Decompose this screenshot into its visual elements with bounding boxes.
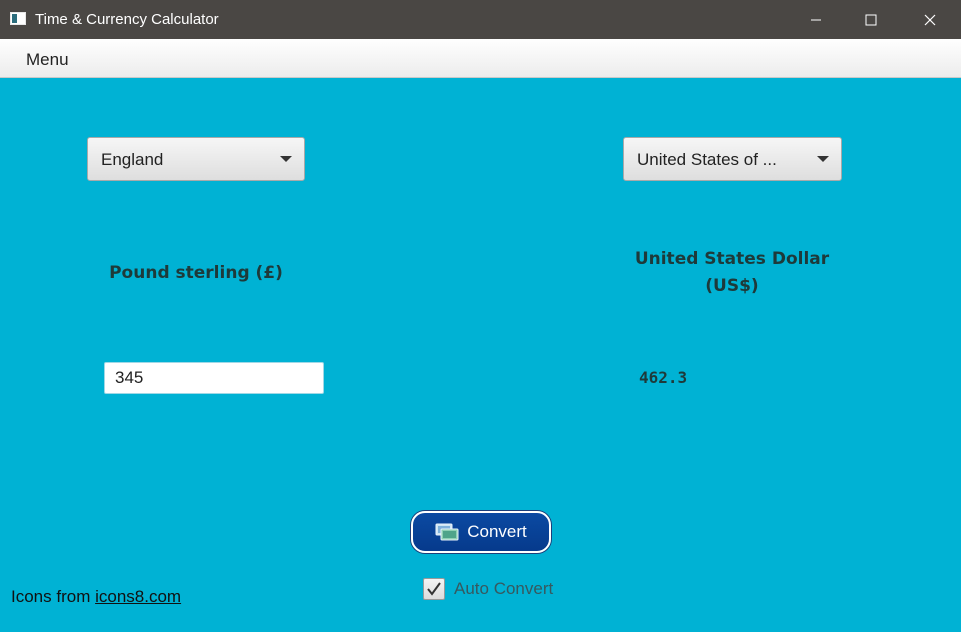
- from-country-select[interactable]: England: [87, 137, 305, 181]
- convert-button-label: Convert: [467, 522, 527, 541]
- checkmark-icon: [427, 582, 441, 596]
- to-currency-label-line1: United States Dollar: [634, 249, 830, 269]
- to-currency-label-line2: (US$): [705, 276, 759, 296]
- auto-convert-toggle[interactable]: Auto Convert: [423, 578, 553, 600]
- menu-item-menu[interactable]: Menu: [26, 50, 69, 70]
- maximize-icon: [865, 14, 877, 25]
- exchange-icon: [435, 523, 459, 541]
- window-title: Time & Currency Calculator: [35, 11, 219, 28]
- from-currency-label: Pound sterling (£): [109, 263, 283, 283]
- minimize-button[interactable]: [787, 0, 845, 39]
- minimize-icon: [811, 19, 821, 20]
- to-country-value: United States of ...: [637, 150, 777, 169]
- close-button[interactable]: [901, 0, 959, 39]
- icons8-link[interactable]: icons8.com: [95, 587, 181, 606]
- maximize-button[interactable]: [842, 0, 900, 39]
- close-icon: [924, 14, 936, 25]
- to-country-select[interactable]: United States of ...: [623, 137, 842, 181]
- credit-prefix: Icons from: [11, 587, 91, 606]
- converted-amount: 462.3: [639, 368, 688, 387]
- auto-convert-checkbox[interactable]: [423, 578, 445, 600]
- convert-button[interactable]: Convert: [411, 511, 551, 553]
- auto-convert-label: Auto Convert: [454, 579, 554, 598]
- amount-input[interactable]: [104, 362, 324, 394]
- to-currency-label: United States Dollar (US$): [612, 246, 852, 300]
- icons-credit: Icons from icons8.com: [11, 587, 181, 607]
- title-bar[interactable]: Time & Currency Calculator: [0, 0, 961, 39]
- chevron-down-icon: [280, 156, 292, 162]
- chevron-down-icon: [817, 156, 829, 162]
- app-icon: [10, 12, 26, 25]
- menu-bar: Menu: [0, 39, 961, 78]
- from-country-value: England: [101, 150, 164, 169]
